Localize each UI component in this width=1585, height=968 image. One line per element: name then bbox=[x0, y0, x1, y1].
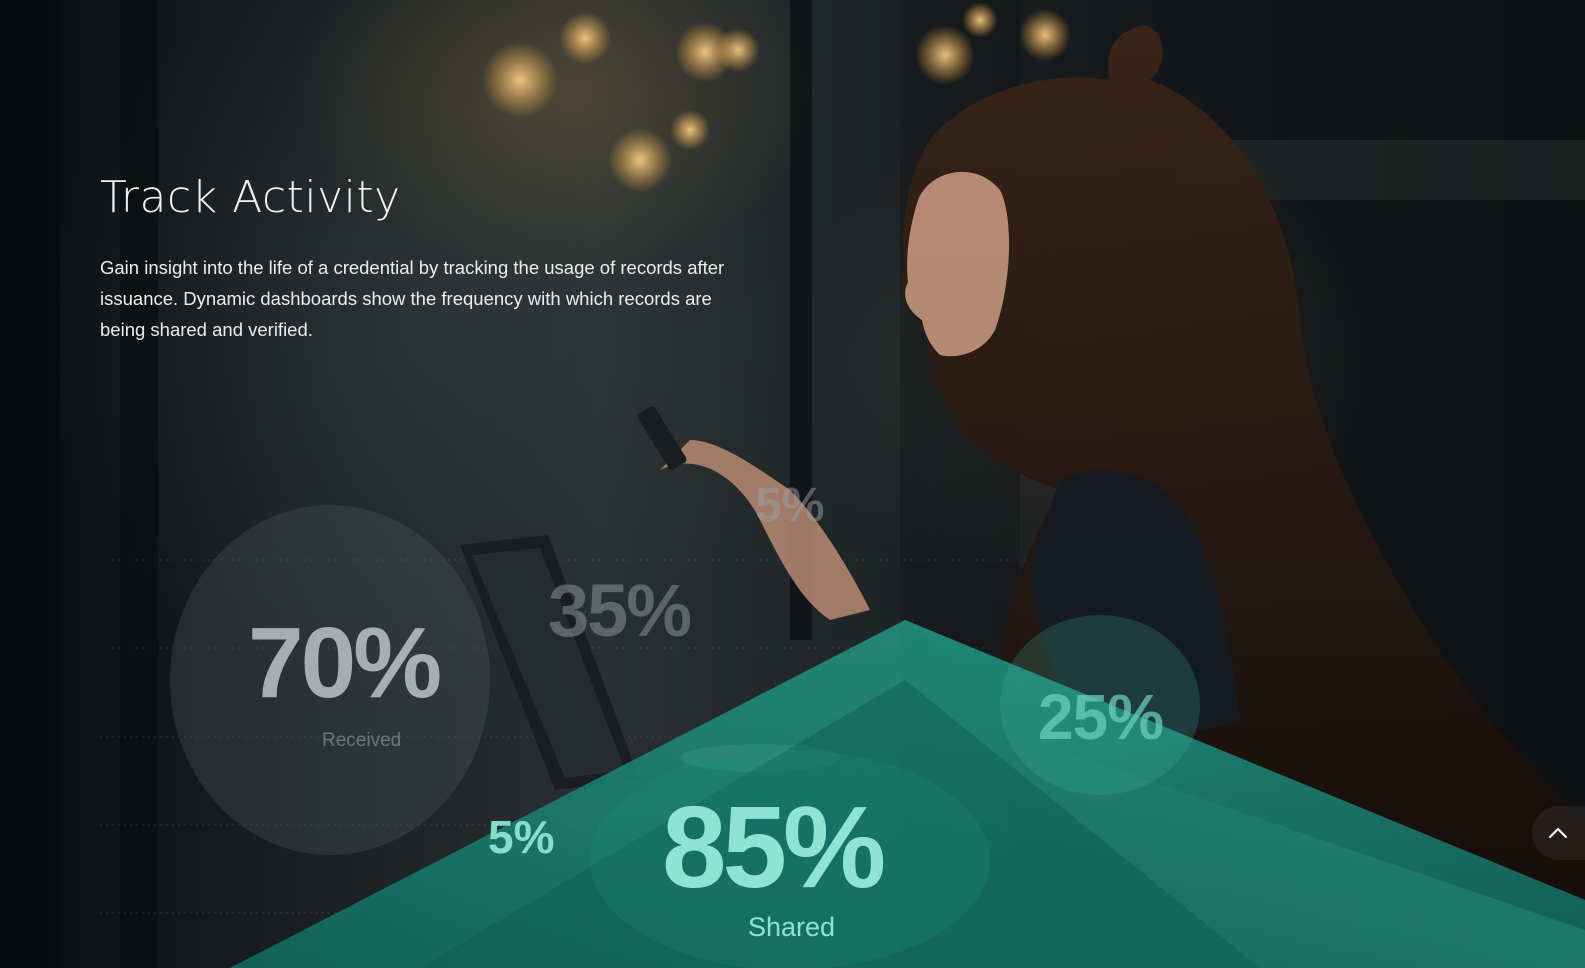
stat-faded-value: 35% bbox=[548, 569, 692, 652]
hero-section: Track Activity Gain insight into the lif… bbox=[0, 0, 1585, 968]
section-description: Gain insight into the life of a credenti… bbox=[100, 257, 725, 340]
chevron-up-icon bbox=[1548, 827, 1568, 839]
stat-right-value: 25% bbox=[1038, 681, 1164, 753]
section-title: Track Activity bbox=[100, 172, 401, 223]
stat-small-value: 5% bbox=[488, 811, 555, 863]
scroll-to-top-button[interactable] bbox=[1532, 806, 1585, 860]
stat-shared-value: 85% bbox=[662, 782, 886, 912]
stat-partial-value: 5% bbox=[755, 479, 825, 532]
stat-received-value: 70% bbox=[248, 607, 442, 719]
stat-received-label: Received bbox=[322, 730, 402, 751]
stat-shared-label: Shared bbox=[748, 912, 836, 942]
